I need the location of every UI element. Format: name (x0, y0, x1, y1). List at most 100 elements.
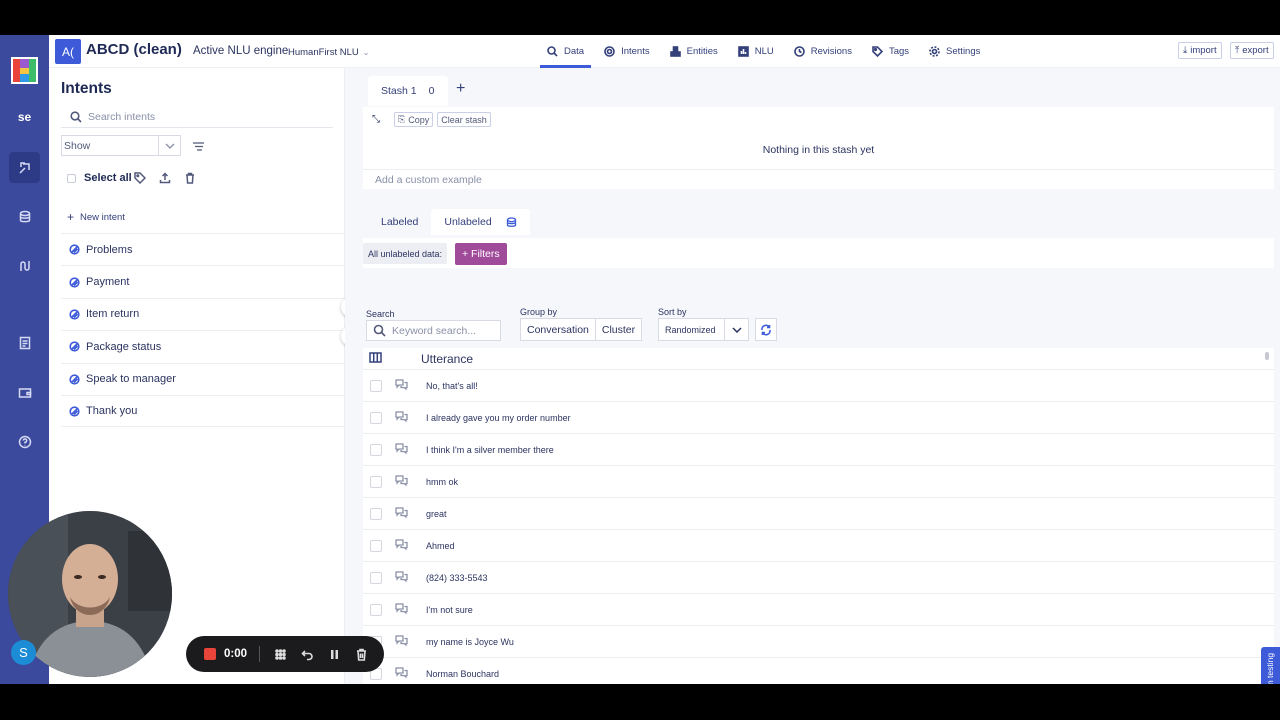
open-testing-button[interactable]: Open testing (1261, 647, 1280, 684)
nav-tab-entities[interactable]: Entities (663, 35, 725, 68)
trash-icon[interactable] (355, 648, 368, 661)
data-tabs: Labeled Unlabeled (368, 209, 530, 235)
intent-item[interactable]: Item return (61, 297, 345, 330)
pause-icon[interactable] (328, 648, 341, 661)
row-checkbox[interactable] (370, 603, 382, 616)
nav-tab-tags[interactable]: Tags (865, 35, 916, 68)
project-name[interactable]: ABCD (clean) (86, 41, 182, 58)
intents-title: Intents (61, 80, 112, 97)
table-row[interactable]: I think I'm a silver member there (363, 434, 1274, 466)
columns-icon[interactable] (369, 350, 383, 368)
table-row[interactable]: hmm ok (363, 466, 1274, 498)
intent-item[interactable]: Thank you (61, 394, 345, 428)
rail-database-icon[interactable] (9, 201, 40, 232)
utterance-header[interactable]: Utterance (421, 352, 473, 366)
refresh-button[interactable] (755, 318, 777, 341)
table-row[interactable]: No, that's all! (363, 370, 1274, 402)
grid-icon[interactable] (274, 648, 287, 661)
table-row[interactable]: my name is Joyce Wu (363, 626, 1274, 658)
rail-integration-icon[interactable] (9, 250, 40, 281)
search-icon (547, 46, 558, 57)
undo-icon[interactable] (301, 648, 314, 661)
target-icon (604, 46, 615, 57)
conversation-icon[interactable] (395, 603, 409, 616)
conversation-icon[interactable] (395, 539, 409, 552)
export-label: export (1242, 45, 1269, 56)
upload-icon[interactable] (159, 171, 173, 185)
show-select[interactable]: Show (61, 135, 181, 156)
filters-button[interactable]: + Filters (455, 243, 507, 265)
import-button[interactable]: ⤓ import (1178, 42, 1222, 59)
conversation-icon[interactable] (395, 667, 409, 680)
stash-tab[interactable]: Stash 1 0 (368, 76, 448, 106)
table-row[interactable]: great (363, 498, 1274, 530)
conversation-icon[interactable] (395, 379, 409, 392)
select-all-checkbox[interactable] (67, 173, 76, 183)
intent-item[interactable]: Payment (61, 265, 345, 297)
row-checkbox[interactable] (370, 475, 382, 488)
keyword-search-placeholder: Keyword search... (392, 324, 477, 337)
nlu-icon (737, 46, 749, 57)
custom-example-input[interactable]: Add a custom example (363, 169, 1274, 189)
rail-data-icon[interactable] (9, 152, 40, 183)
sort-by-select[interactable]: Randomized (658, 318, 749, 341)
intent-item[interactable]: Speak to manager (61, 362, 345, 395)
humanfirst-logo[interactable] (11, 57, 38, 84)
row-checkbox[interactable] (370, 507, 382, 520)
row-checkbox[interactable] (370, 379, 382, 392)
trash-icon[interactable] (184, 171, 198, 185)
table-row[interactable]: I already gave you my order number (363, 402, 1274, 434)
table-row[interactable]: (824) 333-5543 (363, 562, 1274, 594)
user-avatar[interactable]: S (11, 640, 36, 665)
tag-icon[interactable] (134, 171, 148, 185)
select-all[interactable]: Select all (67, 172, 132, 184)
conversation-icon[interactable] (395, 475, 409, 488)
export-button[interactable]: ⤒ export (1230, 42, 1274, 59)
intent-item[interactable]: Package status (61, 330, 345, 362)
table-row[interactable]: Ahmed (363, 530, 1274, 562)
nav-tab-intents[interactable]: Intents (597, 35, 657, 68)
main-nav: Data Intents Entities NLU Revisions Tags (540, 35, 993, 68)
table-row[interactable]: I'm not sure (363, 594, 1274, 626)
conversation-icon[interactable] (395, 571, 409, 584)
clear-stash-button[interactable]: Clear stash (437, 112, 491, 127)
table-row[interactable]: Norman Bouchard (363, 658, 1274, 684)
search-intents-input[interactable]: Search intents (61, 106, 333, 128)
tab-unlabeled[interactable]: Unlabeled (431, 209, 530, 235)
expand-icon[interactable]: ⤡ (372, 114, 380, 125)
row-checkbox[interactable] (370, 539, 382, 552)
conversation-icon[interactable] (395, 507, 409, 520)
group-by-cluster[interactable]: Cluster (596, 319, 641, 340)
conversation-icon[interactable] (395, 443, 409, 456)
tab-labeled[interactable]: Labeled (368, 209, 431, 235)
nav-tab-nlu[interactable]: NLU (731, 35, 781, 68)
keyword-search-input[interactable]: Keyword search... (366, 320, 501, 341)
add-stash-button[interactable]: + (456, 80, 465, 98)
row-checkbox[interactable] (370, 571, 382, 584)
nav-tab-data[interactable]: Data (540, 35, 592, 68)
group-by-conversation[interactable]: Conversation (521, 319, 596, 340)
nav-tab-revisions[interactable]: Revisions (787, 35, 859, 68)
row-checkbox[interactable] (370, 443, 382, 456)
engine-select[interactable]: HumanFirst NLU ⌄ (284, 43, 373, 61)
engine-label: Active NLU engine (193, 45, 289, 57)
new-intent-button[interactable]: + New intent (67, 210, 125, 224)
workspace-label[interactable]: se (0, 110, 49, 124)
chevron-down-icon (724, 319, 748, 340)
copy-button[interactable]: ⎘ Copy (394, 112, 434, 127)
project-badge[interactable]: A( (55, 39, 81, 64)
utterance-table: Utterance No, that's all! I already gave … (363, 348, 1274, 684)
scrollbar[interactable] (1265, 352, 1269, 360)
record-time: 0:00 (224, 648, 248, 660)
rail-help-icon[interactable] (9, 426, 40, 457)
rail-reports-icon[interactable] (9, 327, 40, 358)
rail-wallet-icon[interactable] (9, 377, 40, 408)
row-checkbox[interactable] (370, 411, 382, 424)
nav-tab-settings[interactable]: Settings (922, 35, 987, 68)
intent-item[interactable]: Problems (61, 233, 345, 265)
stop-record-button[interactable] (204, 648, 216, 660)
conversation-icon[interactable] (395, 411, 409, 424)
intent-label: Thank you (86, 405, 138, 418)
conversation-icon[interactable] (395, 635, 409, 648)
sort-icon[interactable] (189, 137, 207, 155)
